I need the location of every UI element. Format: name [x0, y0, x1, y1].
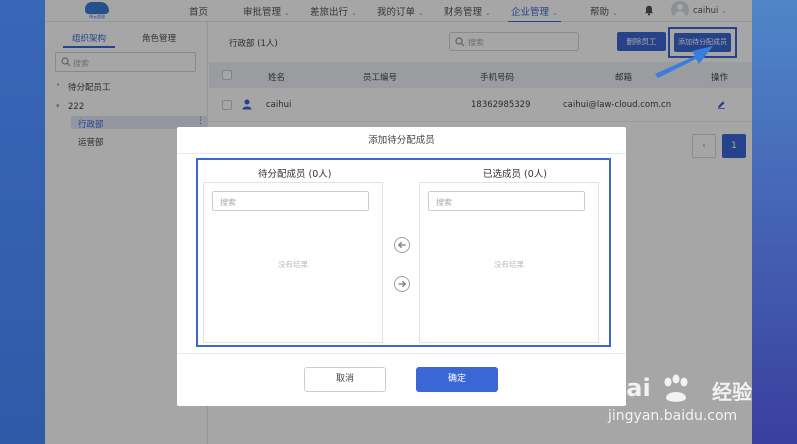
selected-members-list[interactable]: 搜索 没有结果 [419, 182, 599, 343]
unassigned-panel-title: 待分配成员 (0人) [258, 169, 332, 180]
empty-text: 没有结果 [494, 260, 524, 269]
annotation-arrow-icon [655, 46, 713, 78]
confirm-button[interactable]: 确定 [416, 367, 498, 392]
arrow-left-icon [397, 241, 406, 249]
move-left-button[interactable] [394, 237, 410, 253]
dialog-footer: 取消 确定 [177, 353, 626, 406]
selected-panel-title: 已选成员 (0人) [483, 169, 547, 180]
unassigned-search-input[interactable]: 搜索 [212, 191, 369, 211]
left-frame-band [0, 0, 45, 444]
add-member-dialog: 添加待分配成员 待分配成员 (0人) 已选成员 (0人) 搜索 没有结果 搜索 [177, 127, 626, 406]
watermark-brand: Bai [608, 374, 651, 402]
search-placeholder: 搜索 [220, 198, 236, 207]
cancel-button[interactable]: 取消 [304, 367, 386, 392]
selected-search-input[interactable]: 搜索 [428, 191, 585, 211]
watermark-brand-cn: 经验 [712, 380, 752, 404]
paw-logo-icon [664, 374, 688, 402]
empty-text: 没有结果 [278, 260, 308, 269]
baidu-jingyan-watermark: Bai 经验 jingyan.baidu.com [600, 370, 775, 440]
search-placeholder: 搜索 [436, 198, 452, 207]
transfer-box: 待分配成员 (0人) 已选成员 (0人) 搜索 没有结果 搜索 没有结果 [196, 158, 611, 347]
unassigned-members-list[interactable]: 搜索 没有结果 [203, 182, 383, 343]
move-right-button[interactable] [394, 276, 410, 292]
watermark-url: jingyan.baidu.com [608, 408, 738, 424]
arrow-right-icon [398, 280, 407, 288]
dialog-title: 添加待分配成员 [177, 127, 626, 154]
